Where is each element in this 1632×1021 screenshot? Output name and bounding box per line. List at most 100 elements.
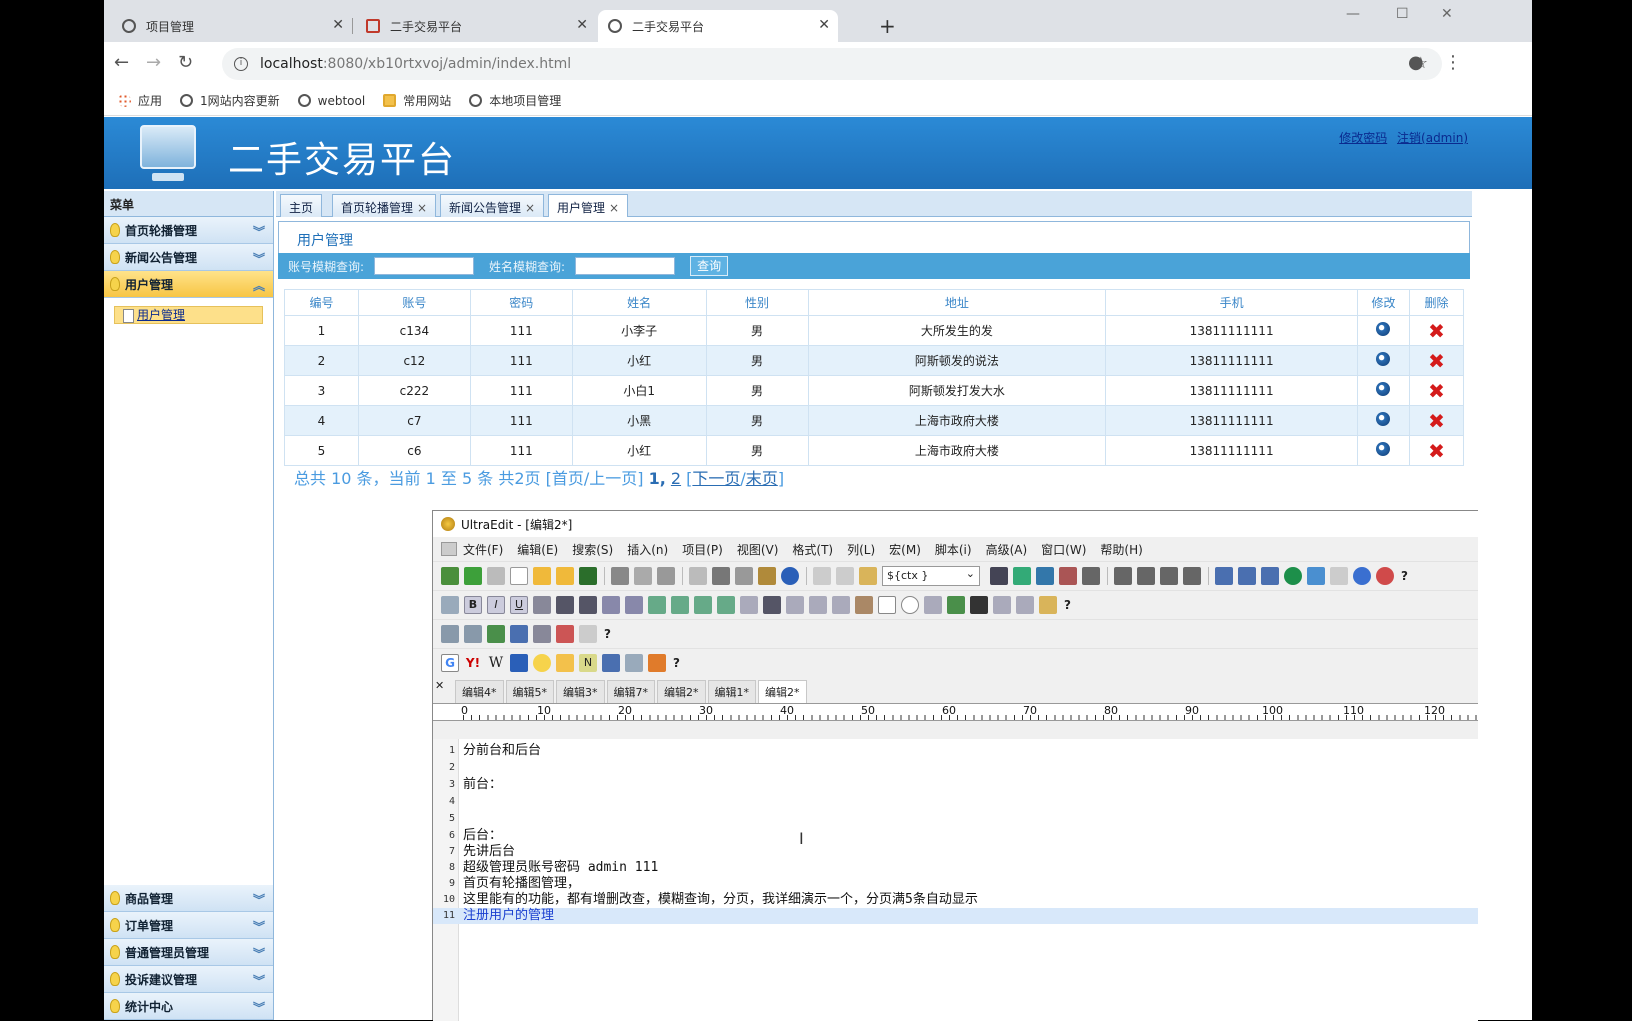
clipboard-icon[interactable] [689, 567, 707, 585]
folder-icon[interactable] [556, 567, 574, 585]
help-question-icon[interactable]: ? [604, 627, 611, 641]
profile-icon[interactable]: ● [1408, 52, 1424, 73]
menu-column[interactable]: 列(L) [847, 541, 875, 558]
find-next-icon[interactable] [1013, 567, 1031, 585]
edit-icon[interactable] [1376, 412, 1391, 426]
table-insert-icon[interactable] [1039, 596, 1057, 614]
sidebar-item-complaints[interactable]: 投诉建议管理 ︾ [104, 966, 273, 993]
menu-project[interactable]: 项目(P) [682, 541, 723, 558]
delete-x-icon[interactable]: ✖ [1428, 349, 1445, 373]
file-tab[interactable]: 编辑2* [657, 680, 706, 703]
css-icon[interactable] [533, 625, 551, 643]
edit-icon[interactable] [1376, 352, 1391, 366]
justify-icon[interactable] [1183, 567, 1201, 585]
submenu-item-user-management[interactable]: 用户管理 [114, 306, 263, 324]
delete-x-icon[interactable]: ✖ [1428, 379, 1445, 403]
msdn-icon[interactable] [510, 654, 528, 672]
logout-link[interactable]: 注销(admin) [1397, 131, 1468, 145]
link-icon[interactable] [625, 596, 643, 614]
sidebar-item-news[interactable]: 新闻公告管理 ︾ [104, 244, 273, 271]
search-button[interactable]: 查询 [690, 256, 729, 276]
find-prev-icon[interactable] [1036, 567, 1054, 585]
object-icon[interactable] [1016, 596, 1034, 614]
code-icon[interactable] [602, 654, 620, 672]
find-in-files-icon[interactable] [1082, 567, 1100, 585]
sidebar-item-users[interactable]: 用户管理 ︽ [104, 271, 273, 298]
sidebar-item-stats[interactable]: 统计中心 ︾ [104, 993, 273, 1020]
menu-view[interactable]: 视图(V) [737, 541, 779, 558]
menu-macro[interactable]: 宏(M) [889, 541, 921, 558]
minimize-icon[interactable]: — [1346, 6, 1360, 22]
input-icon[interactable] [809, 596, 827, 614]
bookmark-folder[interactable]: 常用网站 [383, 92, 451, 109]
delete-x-icon[interactable]: ✖ [1428, 439, 1445, 463]
page-setup-icon[interactable] [657, 567, 675, 585]
split-horizontal-icon[interactable] [1215, 567, 1233, 585]
menu-search[interactable]: 搜索(S) [572, 541, 613, 558]
clipboard-combo[interactable]: ${ctx } [882, 566, 980, 586]
screen-icon[interactable] [1307, 567, 1325, 585]
form-icon[interactable] [740, 596, 758, 614]
image-icon[interactable] [947, 596, 965, 614]
open-folder-icon[interactable] [533, 567, 551, 585]
last-page-link[interactable]: 末页 [746, 469, 778, 488]
tab-news[interactable]: 新闻公告管理 × [440, 194, 545, 217]
file-tab-active[interactable]: 编辑2* [758, 680, 807, 703]
menu-help[interactable]: 帮助(H) [1100, 541, 1142, 558]
help-lifebuoy-icon[interactable] [1376, 567, 1394, 585]
lightbulb-icon[interactable] [533, 654, 551, 672]
menu-script[interactable]: 脚本(i) [935, 541, 972, 558]
tab-carousel[interactable]: 首页轮播管理 × [332, 194, 437, 217]
hr-icon[interactable] [763, 596, 781, 614]
tab-home[interactable]: 主页 [280, 194, 323, 217]
browser-tab-1[interactable]: 项目管理 ✕ [112, 10, 353, 42]
align-right-icon[interactable] [1160, 567, 1178, 585]
file-tab[interactable]: 编辑7* [606, 680, 655, 703]
menu-edit[interactable]: 编辑(E) [517, 541, 558, 558]
heading-4-icon[interactable] [717, 596, 735, 614]
cut-icon[interactable] [813, 567, 831, 585]
heading-3-icon[interactable] [694, 596, 712, 614]
disabled-tool-icon[interactable] [1330, 567, 1348, 585]
sidebar-item-carousel[interactable]: 首页轮播管理 ︾ [104, 217, 273, 244]
url-field[interactable]: i localhost:8080/xb10rtxvoj/admin/index.… [222, 48, 1442, 80]
forward-icon[interactable]: → [146, 52, 161, 73]
find-binoculars-icon[interactable] [990, 567, 1008, 585]
info-icon[interactable]: i [234, 57, 248, 71]
save-icon[interactable] [579, 567, 597, 585]
menu-format[interactable]: 格式(T) [792, 541, 833, 558]
map-icon[interactable] [993, 596, 1011, 614]
menu-insert[interactable]: 插入(n) [627, 541, 668, 558]
grid-icon[interactable] [441, 625, 459, 643]
help-question-icon[interactable]: ? [1064, 598, 1071, 612]
file-tab[interactable]: 编辑5* [505, 680, 554, 703]
anchor-icon[interactable] [970, 596, 988, 614]
sidebar-item-orders[interactable]: 订单管理 ︾ [104, 912, 273, 939]
bookmark-apps[interactable]: 应用 [118, 92, 162, 109]
close-icon[interactable]: × [525, 201, 535, 215]
windows-icon[interactable] [648, 654, 666, 672]
pages-icon[interactable] [464, 625, 482, 643]
help-question-icon[interactable]: ? [1401, 569, 1408, 583]
split-vertical-icon[interactable] [1238, 567, 1256, 585]
text-editor[interactable]: 1 分前台和后台 2 3 前台： 4 5 6 后台： 7 先讲后台 8 超级管理员账号密码… [433, 739, 1478, 1021]
forward-arrow-icon[interactable] [487, 567, 505, 585]
paste-icon[interactable] [859, 567, 877, 585]
close-icon[interactable]: ✕ [818, 17, 830, 33]
file-tab[interactable]: 编辑3* [556, 680, 605, 703]
checkbox-icon[interactable] [878, 596, 896, 614]
button-icon[interactable] [855, 596, 873, 614]
underline-icon[interactable]: U [510, 596, 528, 614]
delete-x-icon[interactable]: ✖ [1428, 409, 1445, 433]
notes-icon[interactable]: N [579, 654, 597, 672]
browser-tab-3-active[interactable]: 二手交易平台 ✕ [598, 10, 838, 42]
numbered-list-icon[interactable] [579, 596, 597, 614]
edit-icon[interactable] [1376, 382, 1391, 396]
id-icon[interactable] [510, 625, 528, 643]
reload-icon[interactable]: ↻ [178, 52, 193, 73]
blank-page-icon[interactable] [510, 567, 528, 585]
html-icon[interactable] [441, 596, 459, 614]
tab-users[interactable]: 用户管理 × [548, 194, 629, 217]
back-arrow-icon[interactable] [464, 567, 482, 585]
textarea-icon[interactable] [786, 596, 804, 614]
